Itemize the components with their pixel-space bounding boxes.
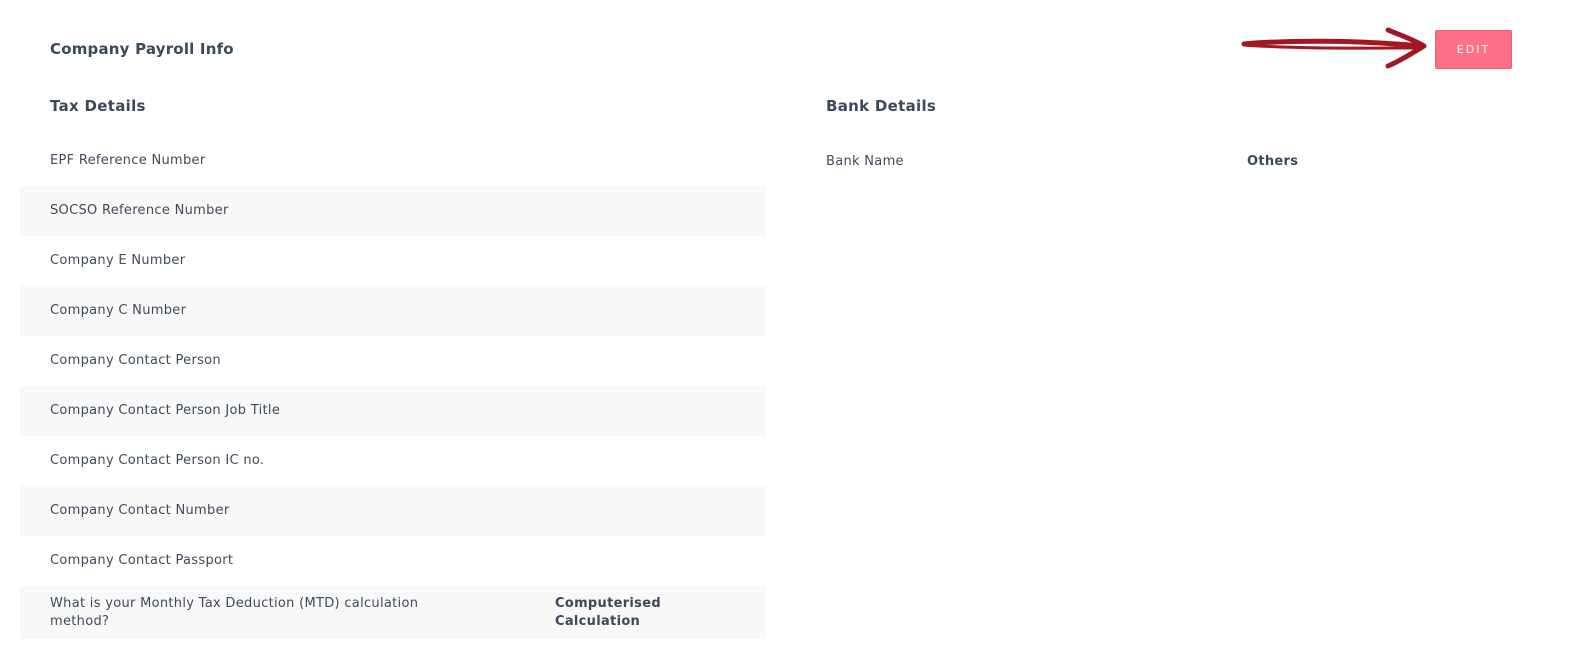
tax-details-title: Tax Details <box>50 97 146 115</box>
tax-row-epf-reference-number: EPF Reference Number <box>20 136 766 186</box>
row-label: Bank Name <box>826 153 904 169</box>
page-title: Company Payroll Info <box>50 40 234 58</box>
row-label: Company Contact Passport <box>50 553 234 568</box>
tax-row-company-contact-number: Company Contact Number <box>20 486 766 536</box>
row-label: Company Contact Person <box>50 353 221 368</box>
tax-row-company-e-number: Company E Number <box>20 236 766 286</box>
bank-details-title: Bank Details <box>826 97 937 115</box>
row-label: Company Contact Number <box>50 503 230 518</box>
tax-row-company-contact-person-job-title: Company Contact Person Job Title <box>20 386 766 436</box>
row-value: Others <box>1247 153 1299 169</box>
bank-row-bank-name: Bank Name Others <box>826 136 1526 186</box>
company-payroll-info-page: Company Payroll Info EDIT Tax Details Ba… <box>0 0 1570 662</box>
row-label: SOCSO Reference Number <box>50 203 229 218</box>
row-label: Company E Number <box>50 253 186 268</box>
tax-row-company-contact-passport: Company Contact Passport <box>20 536 766 586</box>
row-value: Computerised Calculation <box>555 595 661 629</box>
tax-row-socso-reference-number: SOCSO Reference Number <box>20 186 766 236</box>
tax-row-mtd-calculation-method: What is your Monthly Tax Deduction (MTD)… <box>20 586 766 639</box>
annotation-arrow-icon <box>1241 27 1427 69</box>
row-label: Company C Number <box>50 303 187 318</box>
tax-details-table: EPF Reference Number SOCSO Reference Num… <box>20 136 766 639</box>
tax-row-company-contact-person: Company Contact Person <box>20 336 766 386</box>
row-label: EPF Reference Number <box>50 153 206 168</box>
row-label: What is your Monthly Tax Deduction (MTD)… <box>50 595 419 629</box>
tax-row-company-contact-person-ic-no: Company Contact Person IC no. <box>20 436 766 486</box>
row-label: Company Contact Person IC no. <box>50 453 265 468</box>
tax-row-company-c-number: Company C Number <box>20 286 766 336</box>
row-label: Company Contact Person Job Title <box>50 403 281 418</box>
edit-button[interactable]: EDIT <box>1435 30 1512 69</box>
